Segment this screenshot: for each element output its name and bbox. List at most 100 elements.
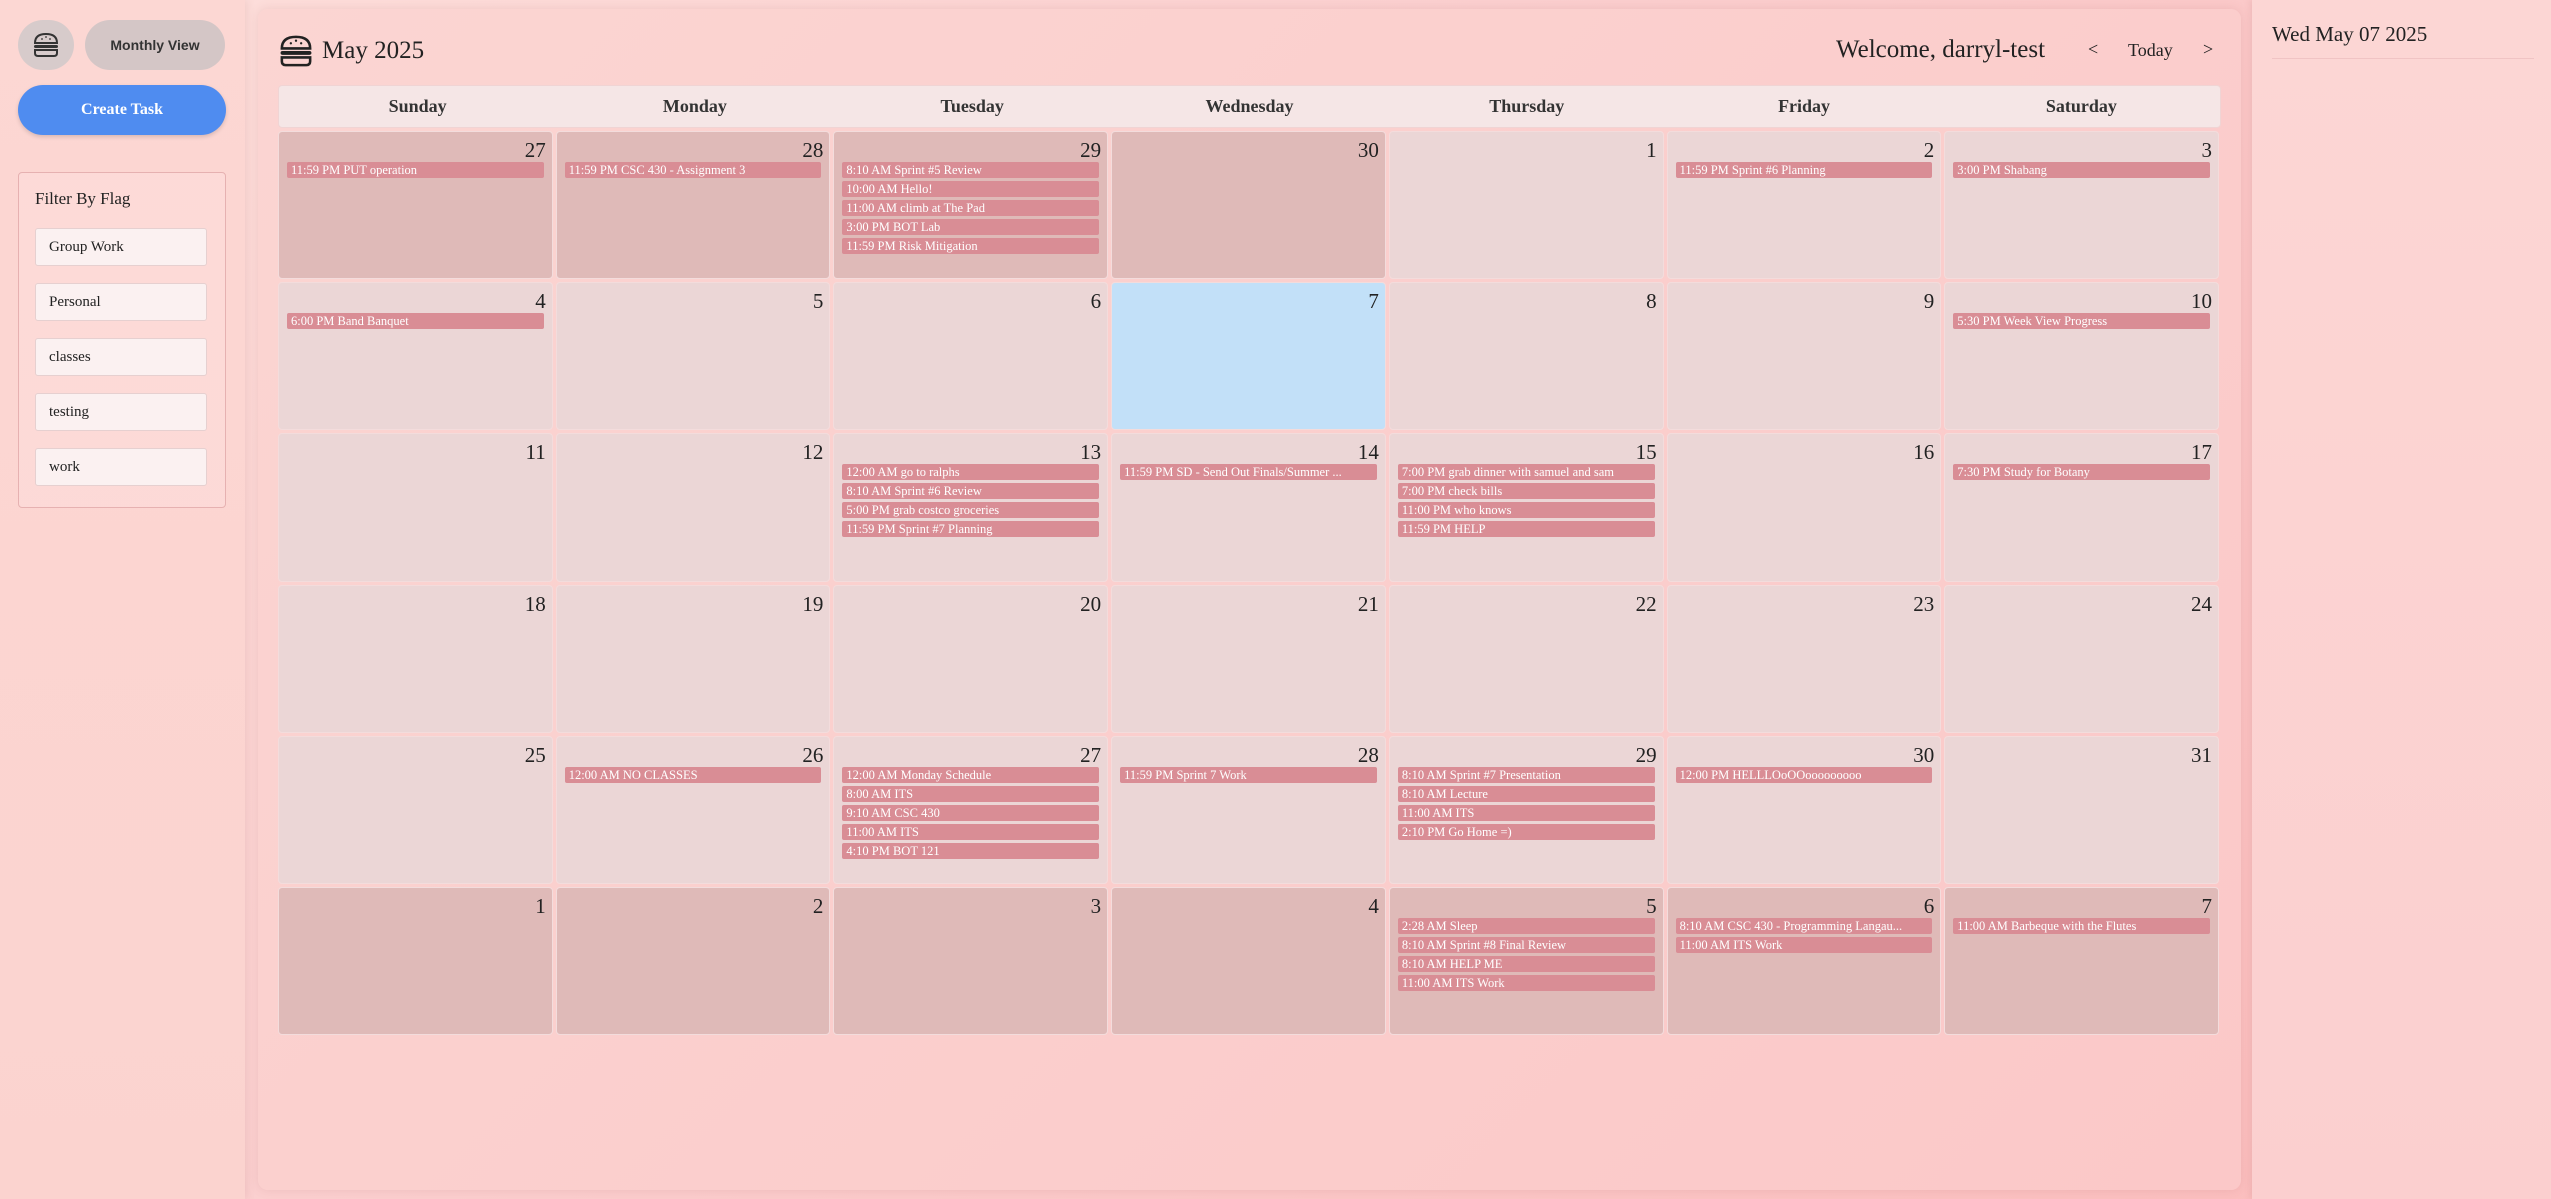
day-cell[interactable]: 1 xyxy=(1388,131,1664,280)
event-list: 11:59 PM SD - Send Out Finals/Summer ... xyxy=(1120,464,1377,481)
day-cell[interactable]: 11 xyxy=(278,433,553,582)
day-cell[interactable]: 1 xyxy=(278,886,553,1035)
event-item[interactable]: 11:59 PM Sprint #7 Planning xyxy=(842,521,1100,538)
day-cell[interactable]: 27 11:59 PM PUT operation xyxy=(278,131,553,280)
day-cell[interactable]: 29 8:10 AM Sprint #5 Review 10:00 AM Hello… xyxy=(833,131,1109,280)
day-cell[interactable]: 6 xyxy=(833,282,1109,431)
day-cell[interactable]: 7 11:00 AM Barbeque with the Flutes xyxy=(1944,886,2219,1035)
day-cell[interactable]: 3 3:00 PM Shabang xyxy=(1944,131,2219,280)
day-cell[interactable]: 8 xyxy=(1388,282,1664,431)
event-item[interactable]: 8:10 AM Sprint #6 Review xyxy=(842,483,1100,500)
day-cell[interactable]: 17 7:30 PM Study for Botany xyxy=(1944,433,2219,582)
event-item[interactable]: 5:00 PM grab costco groceries xyxy=(842,502,1100,519)
day-cell[interactable]: 16 xyxy=(1666,433,1942,582)
event-item[interactable]: 8:10 AM HELP ME xyxy=(1397,955,1655,972)
day-cell[interactable]: 6 8:10 AM CSC 430 - Programming Langau...… xyxy=(1666,886,1942,1035)
day-cell[interactable]: 2 11:59 PM Sprint #6 Planning xyxy=(1666,131,1942,280)
day-number: 27 xyxy=(1080,742,1102,767)
day-cell[interactable]: 28 11:59 PM Sprint 7 Work xyxy=(1111,735,1386,884)
day-cell[interactable]: 12 xyxy=(555,433,831,582)
day-cell[interactable]: 13 12:00 AM go to ralphs 8:10 AM Sprint #6… xyxy=(833,433,1109,582)
event-item[interactable]: 6:00 PM Band Banquet xyxy=(287,313,544,330)
event-item[interactable]: 12:00 AM NO CLASSES xyxy=(564,766,822,783)
filter-testing[interactable]: testing xyxy=(35,393,207,431)
event-item[interactable]: 8:10 AM Sprint #8 Final Review xyxy=(1397,936,1655,953)
day-number: 29 xyxy=(1635,742,1657,767)
day-number: 28 xyxy=(802,138,824,162)
event-item[interactable]: 10:00 AM Hello! xyxy=(842,181,1100,197)
event-item[interactable]: 11:00 AM ITS Work xyxy=(1675,936,1933,953)
event-item[interactable]: 11:59 PM Sprint #6 Planning xyxy=(1675,162,1933,178)
monthly-view-button[interactable]: Monthly View xyxy=(85,20,225,70)
event-item[interactable]: 5:30 PM Week View Progress xyxy=(1953,313,2210,330)
day-cell[interactable]: 23 xyxy=(1666,584,1942,733)
event-item[interactable]: 8:00 AM ITS xyxy=(842,785,1100,802)
event-item[interactable]: 3:00 PM BOT Lab xyxy=(842,219,1100,235)
filter-personal[interactable]: Personal xyxy=(35,283,207,321)
weekday-tuesday: Tuesday xyxy=(940,96,1004,116)
event-item[interactable]: 11:00 AM ITS Work xyxy=(1397,974,1655,991)
event-item[interactable]: 7:30 PM Study for Botany xyxy=(1953,464,2210,481)
day-cell[interactable]: 5 xyxy=(555,282,831,431)
event-item[interactable]: 11:59 PM Sprint 7 Work xyxy=(1120,766,1377,783)
event-item[interactable]: 2:10 PM Go Home =) xyxy=(1397,823,1655,840)
event-item[interactable]: 12:00 AM go to ralphs xyxy=(842,464,1100,481)
day-cell[interactable]: 19 xyxy=(555,584,831,733)
day-number: 27 xyxy=(524,138,546,162)
event-item[interactable]: 8:10 AM Lecture xyxy=(1397,785,1655,802)
day-cell[interactable]: 31 xyxy=(1944,735,2219,884)
create-task-button[interactable]: Create Task xyxy=(18,85,226,135)
today-button[interactable]: Today xyxy=(2128,40,2173,61)
day-cell[interactable]: 22 xyxy=(1388,584,1664,733)
day-cell[interactable]: 28 11:59 PM CSC 430 - Assignment 3 xyxy=(555,131,831,280)
event-item[interactable]: 11:59 PM Risk Mitigation xyxy=(842,238,1100,254)
day-cell[interactable]: 24 xyxy=(1944,584,2219,733)
day-cell[interactable]: 21 xyxy=(1111,584,1386,733)
day-cell[interactable]: 4 xyxy=(1111,886,1386,1035)
event-item[interactable]: 11:00 AM ITS xyxy=(842,823,1100,840)
day-cell[interactable]: 29 8:10 AM Sprint #7 Presentation 8:10 AM … xyxy=(1388,735,1664,884)
burger-menu-button[interactable] xyxy=(18,20,74,70)
event-item[interactable]: 11:00 PM who knows xyxy=(1397,502,1655,519)
day-cell[interactable]: 30 12:00 PM HELLLOoOOooooooooo xyxy=(1666,735,1942,884)
event-item[interactable]: 4:10 PM BOT 121 xyxy=(842,842,1100,859)
event-item[interactable]: 7:00 PM check bills xyxy=(1397,483,1655,500)
event-item[interactable]: 11:59 PM CSC 430 - Assignment 3 xyxy=(564,162,822,178)
event-item[interactable]: 11:00 AM Barbeque with the Flutes xyxy=(1953,917,2210,934)
event-item[interactable]: 8:10 AM Sprint #7 Presentation xyxy=(1397,766,1655,783)
event-item[interactable]: 11:00 AM climb at The Pad xyxy=(842,200,1100,216)
day-cell[interactable]: 25 xyxy=(278,735,553,884)
day-cell[interactable]: 15 7:00 PM grab dinner with samuel and sa… xyxy=(1388,433,1664,582)
filter-group-work[interactable]: Group Work xyxy=(35,228,207,266)
filter-work[interactable]: work xyxy=(35,448,207,486)
event-item[interactable]: 11:59 PM HELP xyxy=(1397,521,1655,538)
day-cell[interactable]: 20 xyxy=(833,584,1109,733)
event-item[interactable]: 12:00 PM HELLLOoOOooooooooo xyxy=(1675,766,1933,783)
day-cell[interactable]: 10 5:30 PM Week View Progress xyxy=(1944,282,2219,431)
day-cell[interactable]: 4 6:00 PM Band Banquet xyxy=(278,282,553,431)
event-list: 8:10 AM CSC 430 - Programming Langau... 1… xyxy=(1675,917,1933,953)
day-cell[interactable]: 2 xyxy=(555,886,831,1035)
next-month-button[interactable]: > xyxy=(2203,39,2213,60)
prev-month-button[interactable]: < xyxy=(2088,39,2098,60)
event-item[interactable]: 11:00 AM ITS xyxy=(1397,804,1655,821)
event-item[interactable]: 7:00 PM grab dinner with samuel and sam xyxy=(1397,464,1655,481)
day-cell[interactable]: 26 12:00 AM NO CLASSES xyxy=(555,735,831,884)
event-item[interactable]: 11:59 PM PUT operation xyxy=(287,162,544,178)
day-cell[interactable]: 7 xyxy=(1111,282,1386,431)
event-item[interactable]: 3:00 PM Shabang xyxy=(1953,162,2210,178)
filter-classes[interactable]: classes xyxy=(35,338,207,376)
event-item[interactable]: 8:10 AM CSC 430 - Programming Langau... xyxy=(1675,917,1933,934)
day-cell[interactable]: 18 xyxy=(278,584,553,733)
event-item[interactable]: 8:10 AM Sprint #5 Review xyxy=(842,162,1100,178)
day-cell[interactable]: 3 xyxy=(833,886,1109,1035)
day-cell[interactable]: 9 xyxy=(1666,282,1942,431)
event-item[interactable]: 11:59 PM SD - Send Out Finals/Summer ... xyxy=(1120,464,1377,481)
event-item[interactable]: 12:00 AM Monday Schedule xyxy=(842,766,1100,783)
event-item[interactable]: 2:28 AM Sleep xyxy=(1397,917,1655,934)
day-cell[interactable]: 27 12:00 AM Monday Schedule 8:00 AM ITS 9:1… xyxy=(833,735,1109,884)
day-cell[interactable]: 30 xyxy=(1111,131,1386,280)
event-item[interactable]: 9:10 AM CSC 430 xyxy=(842,804,1100,821)
day-cell[interactable]: 5 2:28 AM Sleep 8:10 AM Sprint #8 Final Re… xyxy=(1388,886,1664,1035)
day-cell[interactable]: 14 11:59 PM SD - Send Out Finals/Summer .… xyxy=(1111,433,1386,582)
